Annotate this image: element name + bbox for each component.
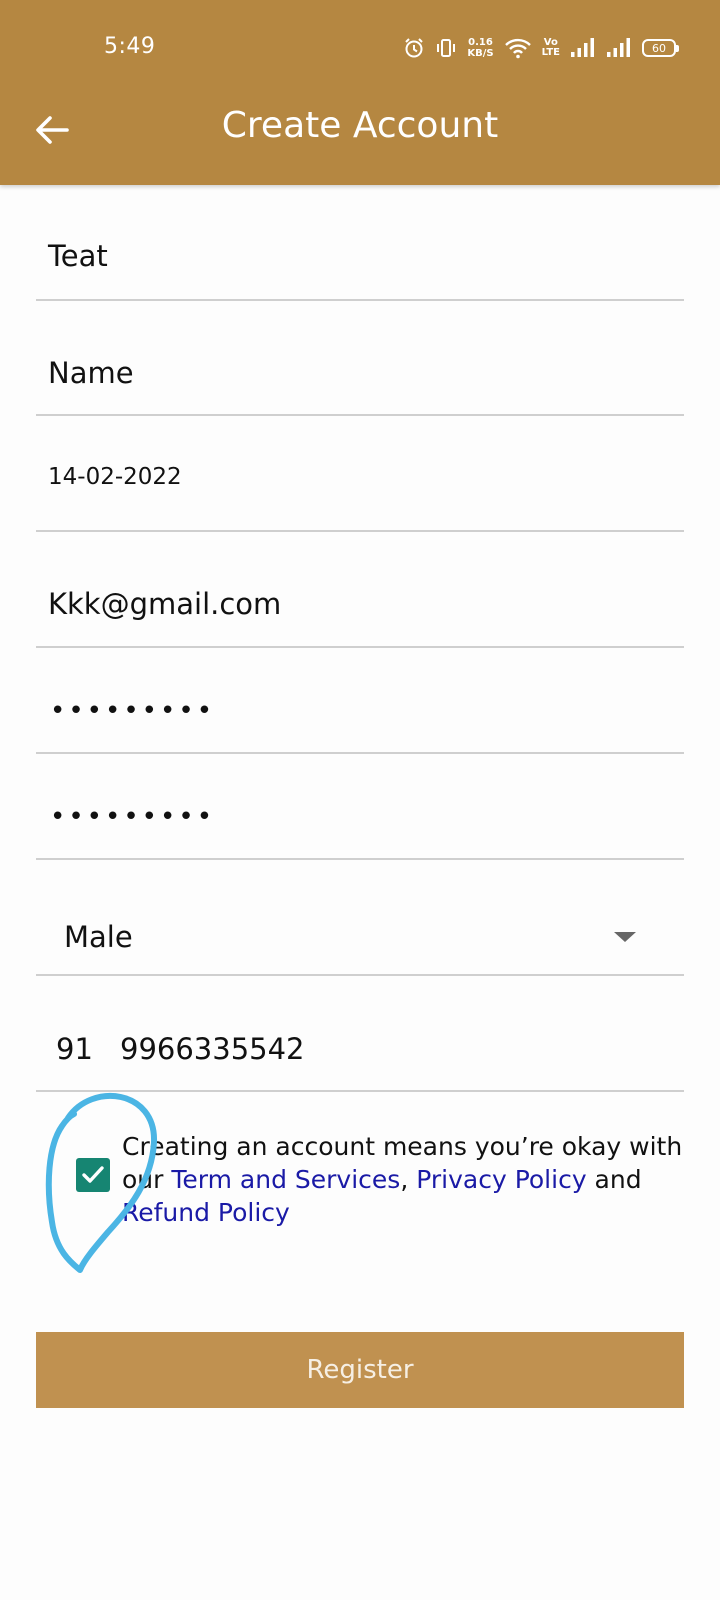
vibrate-icon xyxy=(435,37,457,59)
password-field[interactable]: ••••••••• xyxy=(36,648,684,754)
country-code[interactable]: 91 xyxy=(56,1032,93,1066)
last-name-value: Name xyxy=(48,356,134,390)
email-field[interactable]: Kkk@gmail.com xyxy=(36,532,684,648)
volte-indicator: Vo LTE xyxy=(542,38,560,58)
battery-icon: 60 xyxy=(642,39,679,57)
terms-text: Creating an account means you’re okay wi… xyxy=(122,1130,702,1229)
first-name-field[interactable]: Teat xyxy=(36,215,684,301)
phone-value: 9966335542 xyxy=(120,1032,305,1066)
confirm-password-value: ••••••••• xyxy=(50,802,216,832)
gender-value: Male xyxy=(64,920,133,954)
password-value: ••••••••• xyxy=(50,696,216,726)
email-value: Kkk@gmail.com xyxy=(48,587,282,621)
gender-select[interactable]: Male xyxy=(36,860,684,976)
first-name-value: Teat xyxy=(48,239,108,273)
terms-checkbox[interactable] xyxy=(76,1158,110,1192)
date-of-birth-value: 14-02-2022 xyxy=(48,464,182,490)
net-speed-value: 0.16 xyxy=(468,37,493,48)
terms-separator: , xyxy=(400,1165,417,1194)
register-label: Register xyxy=(306,1355,414,1385)
status-time: 5:49 xyxy=(104,34,156,59)
wifi-icon xyxy=(504,37,532,59)
volte-bottom: LTE xyxy=(541,47,560,58)
dropdown-arrow-icon xyxy=(614,932,636,942)
terms-and-text: and xyxy=(586,1165,642,1194)
status-icons: 0.16 KB/S Vo LTE 60 xyxy=(403,33,679,63)
confirm-password-field[interactable]: ••••••••• xyxy=(36,754,684,860)
refund-policy-link[interactable]: Refund Policy xyxy=(122,1198,290,1227)
phone-field[interactable]: 91 9966335542 xyxy=(36,976,684,1092)
page-title: Create Account xyxy=(221,105,499,146)
terms-and-services-link[interactable]: Term and Services xyxy=(171,1165,400,1194)
check-icon xyxy=(82,1166,104,1183)
net-speed-unit: KB/S xyxy=(467,48,494,59)
privacy-policy-link[interactable]: Privacy Policy xyxy=(416,1165,586,1194)
app-bar: 5:49 0.16 KB/S Vo LTE 60 Create Account xyxy=(0,0,720,185)
register-button[interactable]: Register xyxy=(36,1332,684,1408)
date-of-birth-field[interactable]: 14-02-2022 xyxy=(36,416,684,532)
net-speed: 0.16 KB/S xyxy=(467,37,493,59)
battery-level: 60 xyxy=(652,41,666,55)
signal-icon xyxy=(606,37,632,59)
alarm-icon xyxy=(403,37,425,59)
last-name-field[interactable]: Name xyxy=(36,301,684,416)
signal-icon xyxy=(570,37,596,59)
